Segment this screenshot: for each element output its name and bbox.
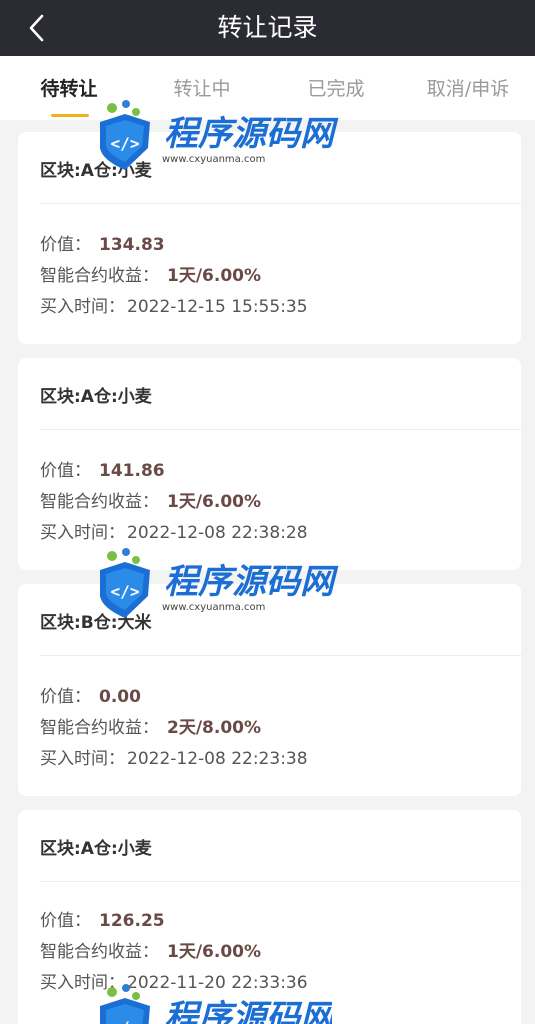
- record-card[interactable]: 区块:A仓:小麦 价值： 126.25 智能合约收益： 1天/6.00% 买入时间：…: [18, 810, 521, 1024]
- buy-time-value: 2022-12-08 22:38:28: [127, 523, 308, 543]
- yield-value: 1天/6.00%: [167, 492, 262, 512]
- card-divider: [40, 203, 521, 204]
- tab-bar: 待转让 转让中 已完成 取消/申诉: [0, 56, 535, 120]
- buy-time-label: 买入时间：: [40, 973, 125, 993]
- record-card[interactable]: 区块:B仓:大米 价值： 0.00 智能合约收益： 2天/8.00% 买入时间： 20…: [18, 584, 521, 796]
- yield-row: 智能合约收益： 2天/8.00%: [40, 713, 261, 738]
- value-label: 价值：: [40, 687, 91, 707]
- record-title: 区块:A仓:小麦: [40, 387, 152, 407]
- record-title: 区块:B仓:大米: [40, 613, 152, 633]
- page-title: 转让记录: [217, 13, 318, 42]
- buy-time-value: 2022-12-15 15:55:35: [127, 297, 308, 317]
- record-card[interactable]: 区块:A仓:小麦 价值： 134.83 智能合约收益： 1天/6.00% 买入时间：…: [18, 132, 521, 344]
- buy-time-row: 买入时间： 2022-12-08 22:23:38: [40, 744, 308, 769]
- buy-time-row: 买入时间： 2022-12-08 22:38:28: [40, 518, 308, 543]
- yield-label: 智能合约收益：: [40, 266, 159, 286]
- value-label: 价值：: [40, 235, 91, 255]
- record-title: 区块:A仓:小麦: [40, 161, 152, 181]
- value-amount: 134.83: [99, 235, 165, 255]
- buy-time-label: 买入时间：: [40, 297, 125, 317]
- yield-row: 智能合约收益： 1天/6.00%: [40, 937, 261, 962]
- record-card[interactable]: 区块:A仓:小麦 价值： 141.86 智能合约收益： 1天/6.00% 买入时间：…: [18, 358, 521, 570]
- tab-in-progress[interactable]: 转让中: [173, 74, 230, 101]
- record-title: 区块:A仓:小麦: [40, 839, 152, 859]
- tab-completed[interactable]: 已完成: [307, 74, 364, 101]
- yield-row: 智能合约收益： 1天/6.00%: [40, 487, 261, 512]
- buy-time-label: 买入时间：: [40, 523, 125, 543]
- yield-value: 2天/8.00%: [167, 718, 262, 738]
- buy-time-row: 买入时间： 2022-11-20 22:33:36: [40, 968, 308, 993]
- value-row: 价值： 126.25: [40, 906, 165, 931]
- card-divider: [40, 881, 521, 882]
- value-row: 价值： 141.86: [40, 456, 165, 481]
- active-tab-indicator: [51, 114, 89, 117]
- yield-label: 智能合约收益：: [40, 942, 159, 962]
- yield-row: 智能合约收益： 1天/6.00%: [40, 261, 261, 286]
- buy-time-row: 买入时间： 2022-12-15 15:55:35: [40, 292, 308, 317]
- yield-label: 智能合约收益：: [40, 718, 159, 738]
- value-row: 价值： 134.83: [40, 230, 165, 255]
- yield-label: 智能合约收益：: [40, 492, 159, 512]
- tab-pending[interactable]: 待转让: [40, 74, 97, 101]
- buy-time-value: 2022-11-20 22:33:36: [127, 973, 308, 993]
- buy-time-label: 买入时间：: [40, 749, 125, 769]
- app-header: 转让记录: [0, 0, 535, 56]
- card-divider: [40, 655, 521, 656]
- value-label: 价值：: [40, 911, 91, 931]
- value-amount: 141.86: [99, 461, 165, 481]
- value-amount: 0.00: [99, 687, 141, 707]
- value-row: 价值： 0.00: [40, 682, 141, 707]
- value-label: 价值：: [40, 461, 91, 481]
- yield-value: 1天/6.00%: [167, 266, 262, 286]
- yield-value: 1天/6.00%: [167, 942, 262, 962]
- value-amount: 126.25: [99, 911, 165, 931]
- tab-cancel-appeal[interactable]: 取消/申诉: [427, 74, 509, 101]
- card-divider: [40, 429, 521, 430]
- buy-time-value: 2022-12-08 22:23:38: [127, 749, 308, 769]
